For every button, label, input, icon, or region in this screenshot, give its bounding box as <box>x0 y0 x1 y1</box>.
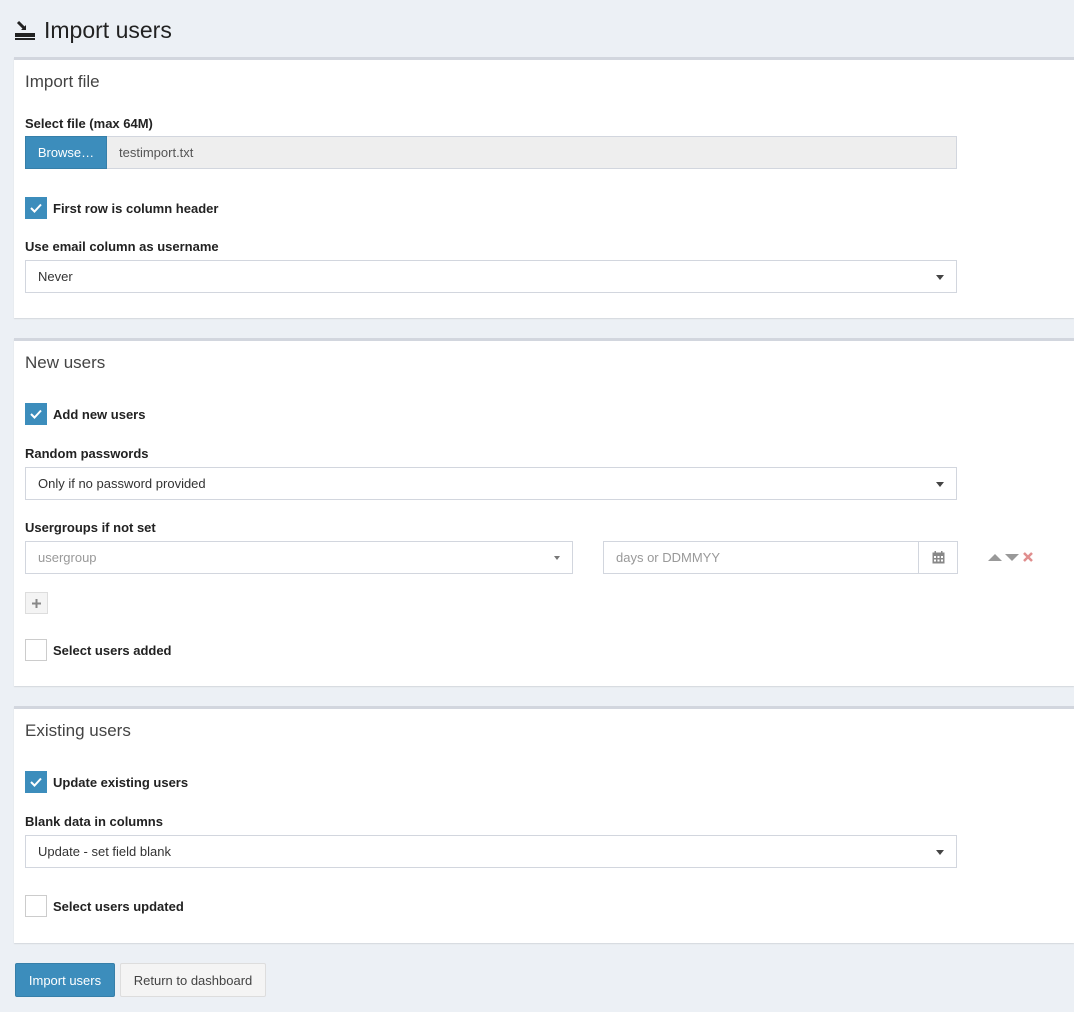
plus-icon <box>32 598 41 608</box>
calendar-button[interactable] <box>919 541 958 574</box>
existing-users-box: Existing users Update existing users Bla… <box>14 706 1074 943</box>
email-username-label: Use email column as username <box>25 239 219 254</box>
check-icon <box>30 777 42 787</box>
import-file-box: Import file Select file (max 64M) Browse… <box>14 57 1074 318</box>
expiry-date-input[interactable]: days or DDMMYY <box>603 541 919 574</box>
new-users-box: New users Add new users Random passwords… <box>14 338 1074 686</box>
select-users-added-row: Select users added <box>25 639 172 661</box>
random-passwords-label: Random passwords <box>25 446 149 461</box>
first-row-header-row: First row is column header <box>25 197 218 219</box>
return-to-dashboard-button[interactable]: Return to dashboard <box>120 963 266 997</box>
calendar-icon <box>932 551 944 564</box>
select-users-updated-checkbox[interactable] <box>25 895 47 917</box>
update-existing-row: Update existing users <box>25 771 188 793</box>
file-name-field[interactable]: testimport.txt <box>107 136 957 169</box>
page-header: Import users <box>14 14 172 46</box>
select-file-label: Select file (max 64M) <box>25 116 153 131</box>
random-passwords-value: Only if no password provided <box>38 476 206 491</box>
blank-data-select[interactable]: Update - set field blank <box>25 835 957 868</box>
update-existing-label: Update existing users <box>53 774 189 790</box>
import-icon <box>14 19 36 41</box>
import-users-page: Import users Import file Select file (ma… <box>0 0 1074 1012</box>
check-icon <box>30 409 42 419</box>
select-users-added-label: Select users added <box>53 642 172 658</box>
select-users-updated-row: Select users updated <box>25 895 184 917</box>
add-usergroup-button[interactable] <box>25 592 48 614</box>
arrow-down-icon[interactable] <box>1005 553 1019 562</box>
box-title: New users <box>25 353 106 372</box>
select-users-updated-label: Select users updated <box>53 898 184 914</box>
box-title: Import file <box>25 72 100 91</box>
select-users-added-checkbox[interactable] <box>25 639 47 661</box>
add-new-users-checkbox[interactable] <box>25 403 47 425</box>
blank-data-value: Update - set field blank <box>38 844 171 859</box>
add-new-users-label: Add new users <box>53 406 146 422</box>
date-placeholder: days or DDMMYY <box>616 550 721 565</box>
arrow-up-icon[interactable] <box>988 553 1002 562</box>
page-title: Import users <box>44 16 172 43</box>
file-name-text: testimport.txt <box>119 145 194 160</box>
first-row-header-checkbox[interactable] <box>25 197 47 219</box>
box-title: Existing users <box>25 721 131 740</box>
usergroup-select[interactable]: usergroup <box>25 541 573 574</box>
check-icon <box>30 203 42 213</box>
row-controls <box>988 551 1034 563</box>
remove-icon[interactable] <box>1022 551 1034 563</box>
import-users-button[interactable]: Import users <box>15 963 115 997</box>
usergroup-placeholder: usergroup <box>38 550 97 565</box>
blank-data-label: Blank data in columns <box>25 814 163 829</box>
chevron-down-icon <box>936 482 944 487</box>
email-username-select[interactable]: Never <box>25 260 957 293</box>
first-row-header-label: First row is column header <box>53 200 219 216</box>
update-existing-checkbox[interactable] <box>25 771 47 793</box>
usergroups-label: Usergroups if not set <box>25 520 156 535</box>
random-passwords-select[interactable]: Only if no password provided <box>25 467 957 500</box>
chevron-down-icon <box>554 556 560 560</box>
add-new-users-row: Add new users <box>25 403 145 425</box>
email-username-value: Never <box>38 269 73 284</box>
file-input-group: Browse… testimport.txt <box>25 136 957 169</box>
chevron-down-icon <box>936 275 944 280</box>
expiry-date-group: days or DDMMYY <box>603 541 958 574</box>
browse-button[interactable]: Browse… <box>25 136 107 169</box>
chevron-down-icon <box>936 850 944 855</box>
